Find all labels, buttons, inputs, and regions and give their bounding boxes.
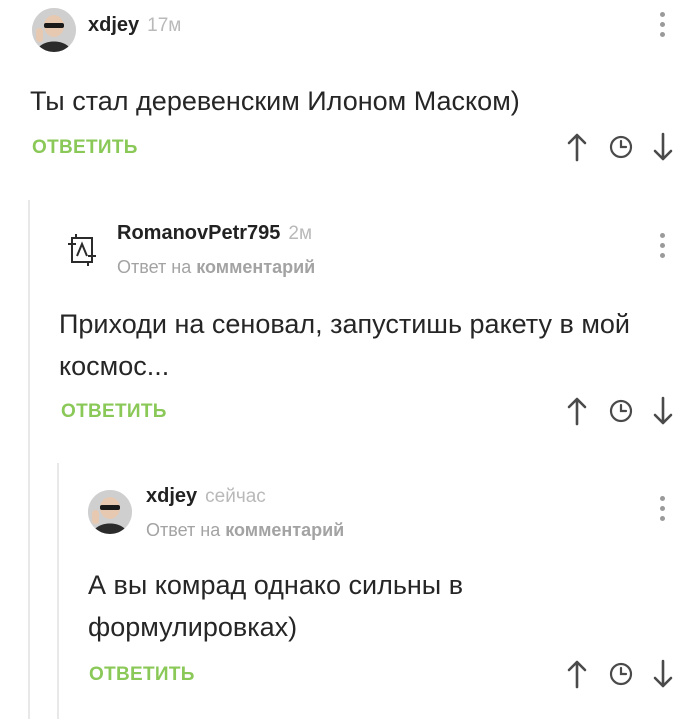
author-name[interactable]: RomanovPetr795 2м (117, 222, 312, 245)
reply-target-link[interactable]: комментарий (196, 257, 315, 277)
arrow-down-icon[interactable] (648, 657, 678, 691)
arrow-down-icon[interactable] (648, 394, 678, 428)
comment-actions (562, 394, 678, 428)
comment-actions (562, 657, 678, 691)
avatar[interactable] (88, 490, 132, 534)
comment-2: RomanovPetr795 2м Ответ на комментарий Пр… (0, 200, 700, 463)
reply-button[interactable]: ОТВЕТИТЬ (32, 137, 138, 159)
comment-time: 2м (288, 223, 313, 244)
author-name[interactable]: xdjey сейчас (146, 485, 266, 508)
arrow-up-icon[interactable] (562, 130, 592, 164)
author-username[interactable]: xdjey (88, 14, 139, 36)
author-username[interactable]: RomanovPetr795 (117, 222, 280, 244)
avatar[interactable] (60, 228, 104, 272)
avatar[interactable] (32, 8, 76, 52)
clock-icon[interactable] (606, 657, 636, 691)
author-username[interactable]: xdjey (146, 485, 197, 507)
clock-icon[interactable] (606, 394, 636, 428)
arrow-up-icon[interactable] (562, 657, 592, 691)
comment-time: 17м (147, 15, 182, 36)
comment-1: xdjey 17м Ты стал деревенским Илоном Маск… (0, 0, 700, 200)
reply-target-link[interactable]: комментарий (225, 520, 344, 540)
comment-time: сейчас (205, 486, 266, 507)
clock-icon[interactable] (606, 130, 636, 164)
more-vertical-icon[interactable] (656, 233, 668, 263)
comment-text: Приходи на сеновал, запустишь ракету в м… (59, 309, 630, 381)
comment-3: xdjey сейчас Ответ на комментарий А вы ко… (0, 463, 700, 719)
reply-to-label: Ответ на комментарий (146, 520, 344, 541)
comment-actions (562, 130, 678, 164)
comment-text: Ты стал деревенским Илоном Маском) (30, 86, 520, 116)
arrow-up-icon[interactable] (562, 394, 592, 428)
more-vertical-icon[interactable] (656, 12, 668, 42)
comment-text: А вы комрад однако сильны в формулировка… (88, 570, 464, 642)
reply-prefix: Ответ на (146, 520, 221, 540)
arrow-down-icon[interactable] (648, 130, 678, 164)
reply-button[interactable]: ОТВЕТИТЬ (89, 664, 195, 686)
author-name[interactable]: xdjey 17м (88, 14, 181, 37)
reply-button[interactable]: ОТВЕТИТЬ (61, 401, 167, 423)
more-vertical-icon[interactable] (656, 496, 668, 526)
reply-prefix: Ответ на (117, 257, 192, 277)
reply-to-label: Ответ на комментарий (117, 257, 315, 278)
